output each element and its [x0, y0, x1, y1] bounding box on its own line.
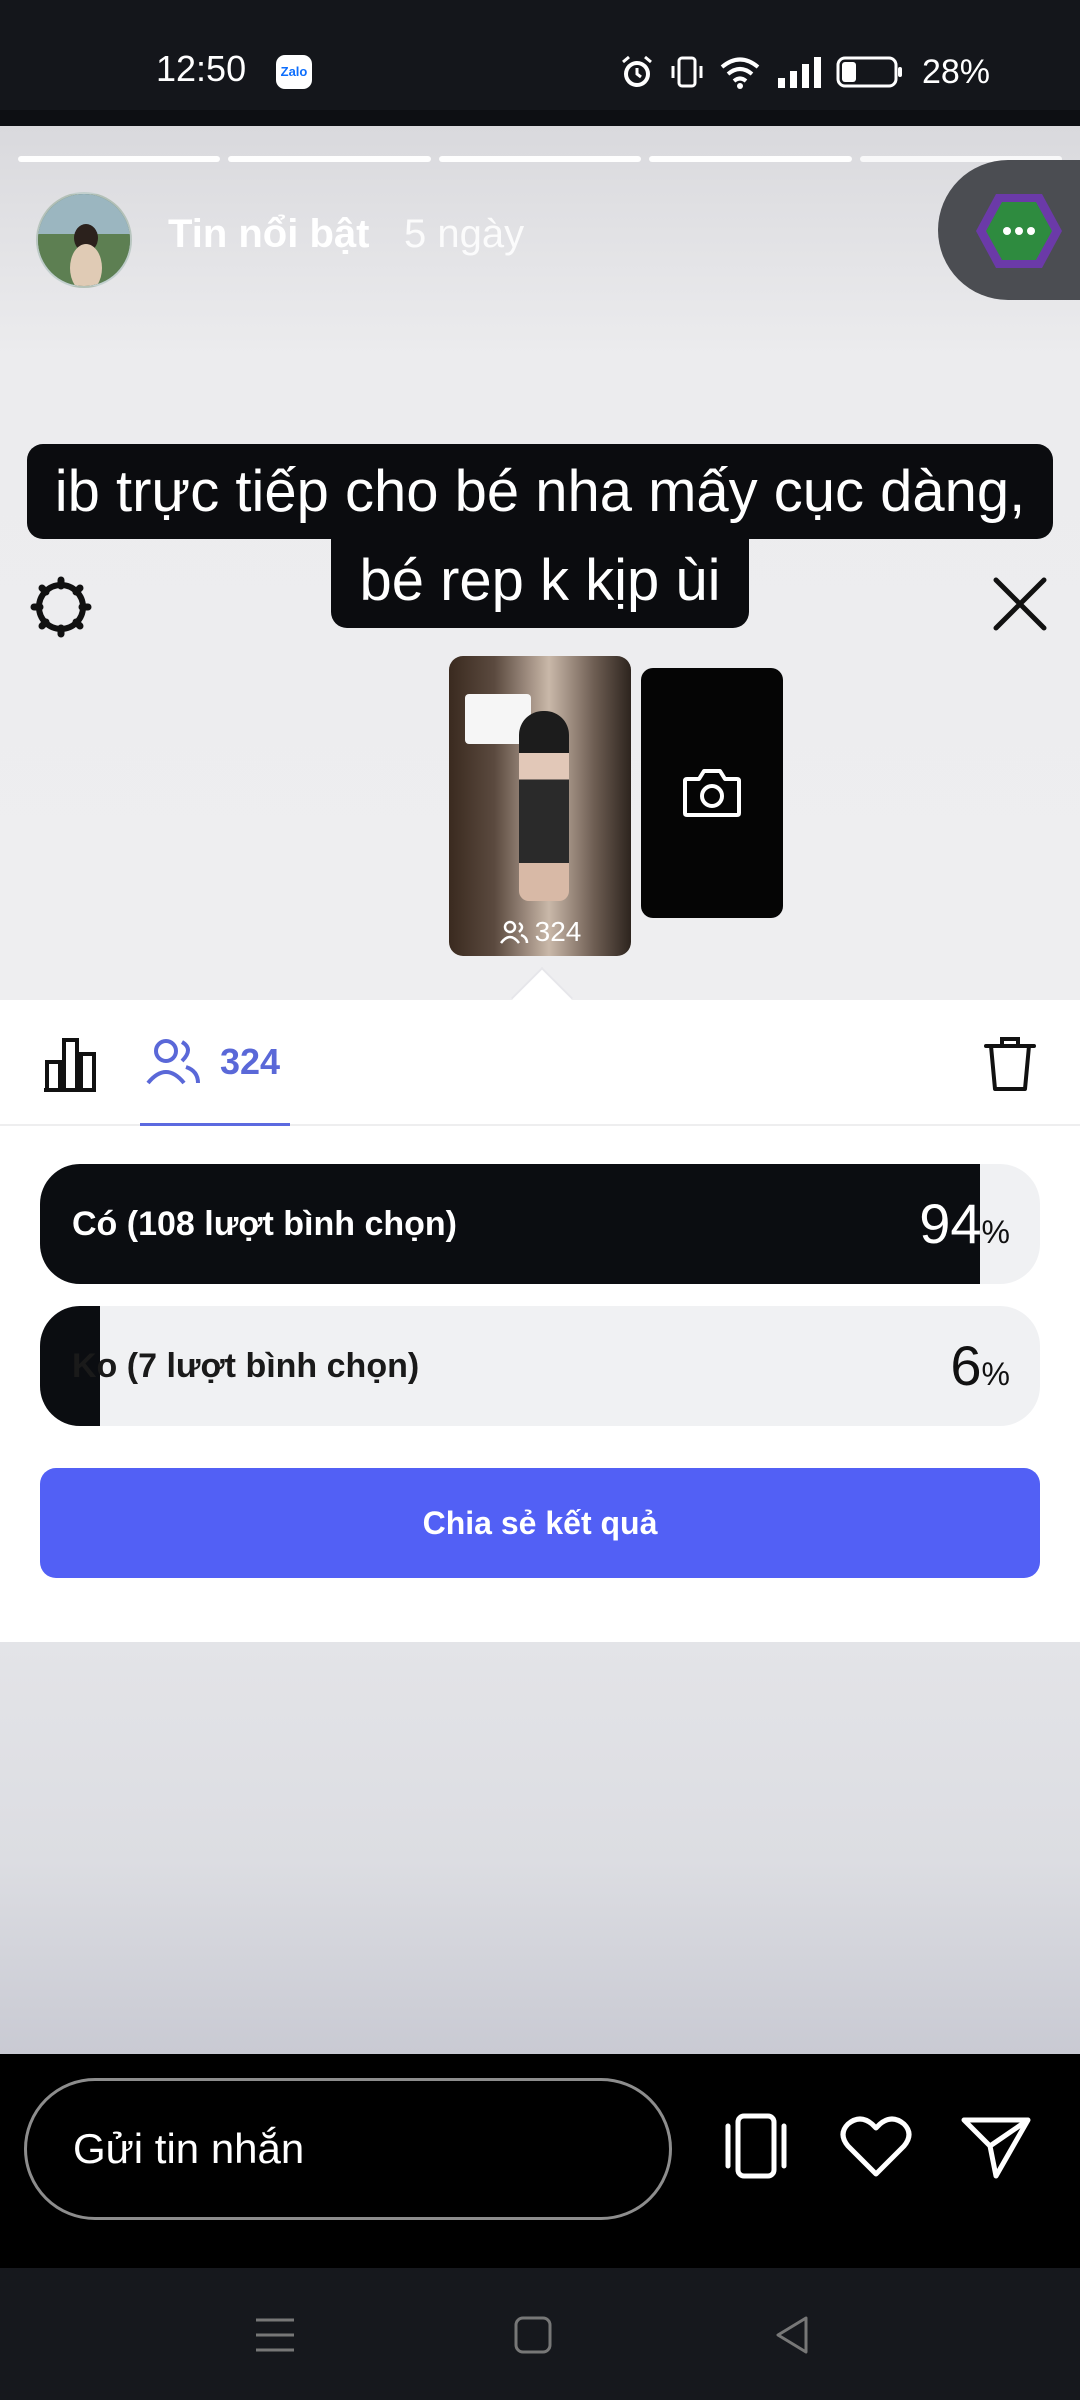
poll-option-percent: 94% [919, 1192, 1010, 1255]
rotate-screen-icon[interactable] [716, 2106, 796, 2186]
story-progress-segment [228, 156, 431, 162]
caption-line-1: ib trực tiếp cho bé nha mấy cục dàng, [26, 444, 1054, 539]
trash-icon[interactable] [980, 1034, 1040, 1094]
close-icon[interactable] [990, 574, 1050, 634]
signal-icon [777, 57, 821, 88]
poll-option-no: Ko (7 lượt bình chọn) 6% [40, 1306, 1040, 1426]
home-square-icon[interactable] [506, 2308, 560, 2362]
status-time: 12:50 [156, 48, 247, 89]
wifi-icon [720, 57, 760, 89]
story-caption: ib trực tiếp cho bé nha mấy cục dàng, bé… [0, 444, 1080, 628]
battery-percent: 28% [921, 52, 990, 91]
story-age: 5 ngày [404, 212, 525, 256]
story-thumbnail[interactable]: 324 [449, 656, 631, 956]
results-tabs: 324 [0, 1000, 1080, 1126]
more-options-icon [976, 194, 1062, 268]
share-results-button[interactable]: Chia sẻ kết quả [40, 1468, 1040, 1578]
bar-chart-icon[interactable] [40, 1034, 100, 1094]
more-options-button[interactable] [938, 160, 1080, 300]
add-camera-button[interactable] [641, 668, 783, 918]
caption-line-2: bé rep k kịp ùi [331, 533, 749, 628]
status-bar: 12:50 Zalo 28% [0, 0, 1080, 110]
story-progress-segment [438, 156, 642, 162]
poll-option-percent: 6% [950, 1334, 1010, 1397]
viewers-icon [499, 920, 528, 944]
poll-option-label: Có (108 lượt bình chọn) [72, 1205, 458, 1243]
battery-icon [836, 56, 902, 88]
zalo-notification-icon: Zalo [276, 55, 312, 89]
send-icon[interactable] [956, 2106, 1036, 2186]
system-nav-bar [0, 2268, 1080, 2400]
message-bar: Gửi tin nhắn [0, 2054, 1080, 2268]
poll-option-yes: Có (108 lượt bình chọn) 94% [40, 1164, 1040, 1284]
vibrate-icon [671, 56, 703, 88]
alarm-icon [621, 55, 652, 87]
avatar[interactable] [36, 192, 132, 288]
poll-results-panel: 324 Có (108 lượt bình chọn) 94% Ko (7 lư… [0, 1000, 1080, 1642]
camera-icon [683, 769, 741, 817]
story-title[interactable]: Tin nổi bật [168, 212, 369, 257]
poll-option-label: Ko (7 lượt bình chọn) [72, 1347, 420, 1385]
settings-gear-icon[interactable] [28, 574, 94, 640]
story-progress [18, 156, 1063, 162]
message-input[interactable]: Gửi tin nhắn [24, 2078, 672, 2220]
tab-voters[interactable]: 324 [140, 1000, 290, 1126]
people-icon [146, 1038, 200, 1084]
heart-icon[interactable] [836, 2106, 916, 2186]
menu-icon[interactable] [248, 2308, 302, 2362]
voters-count: 324 [220, 1040, 281, 1082]
story-progress-segment [649, 156, 852, 162]
back-icon[interactable] [766, 2308, 820, 2362]
status-icons: 28% [618, 52, 990, 92]
thumbnail-viewers: 324 [449, 916, 631, 948]
story-progress-segment [18, 156, 221, 162]
